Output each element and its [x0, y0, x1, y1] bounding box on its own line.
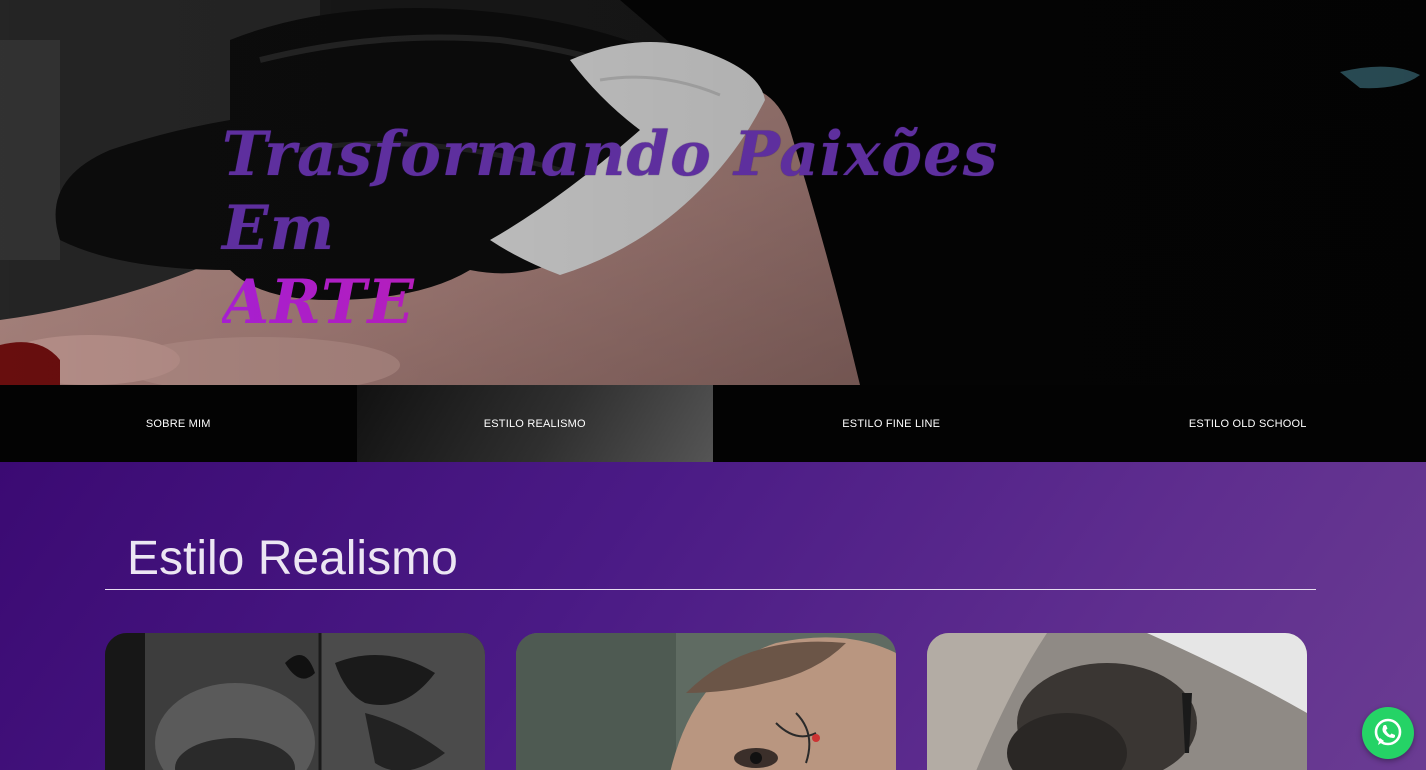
- hero-banner: Trasformando Paixões Em ARTE: [0, 0, 1426, 385]
- gallery-card[interactable]: [516, 633, 896, 770]
- section-divider: [105, 589, 1316, 590]
- section-title: Estilo Realismo: [127, 532, 458, 585]
- hero-title-line1: Trasformando Paixões Em: [222, 119, 999, 264]
- realismo-section: Estilo Realismo: [0, 462, 1426, 770]
- hero-title: Trasformando Paixões Em ARTE: [222, 118, 1042, 340]
- tab-estilo-realismo[interactable]: ESTILO REALISMO: [356, 385, 713, 462]
- gallery-image-butterfly-face: [105, 633, 485, 770]
- tab-sobre-mim[interactable]: SOBRE MIM: [0, 385, 357, 462]
- gallery-image-dark-shading: [927, 633, 1307, 770]
- gallery-image-woman-face: [516, 633, 896, 770]
- gallery-card[interactable]: [927, 633, 1307, 770]
- whatsapp-icon: [1374, 718, 1402, 746]
- tab-label: SOBRE MIM: [145, 417, 211, 430]
- hero-title-line2: ARTE: [222, 266, 1042, 340]
- tab-label: ESTILO FINE LINE: [842, 417, 941, 430]
- tab-estilo-fine-line[interactable]: ESTILO FINE LINE: [713, 385, 1070, 462]
- tab-estilo-old-school[interactable]: ESTILO OLD SCHOOL: [1070, 385, 1426, 462]
- tab-label: ESTILO REALISMO: [483, 417, 586, 430]
- tab-label: ESTILO OLD SCHOOL: [1188, 417, 1307, 430]
- whatsapp-button[interactable]: [1362, 707, 1414, 759]
- gallery-card[interactable]: [105, 633, 485, 770]
- style-tabs: SOBRE MIM ESTILO REALISMO ESTILO FINE LI…: [0, 385, 1426, 462]
